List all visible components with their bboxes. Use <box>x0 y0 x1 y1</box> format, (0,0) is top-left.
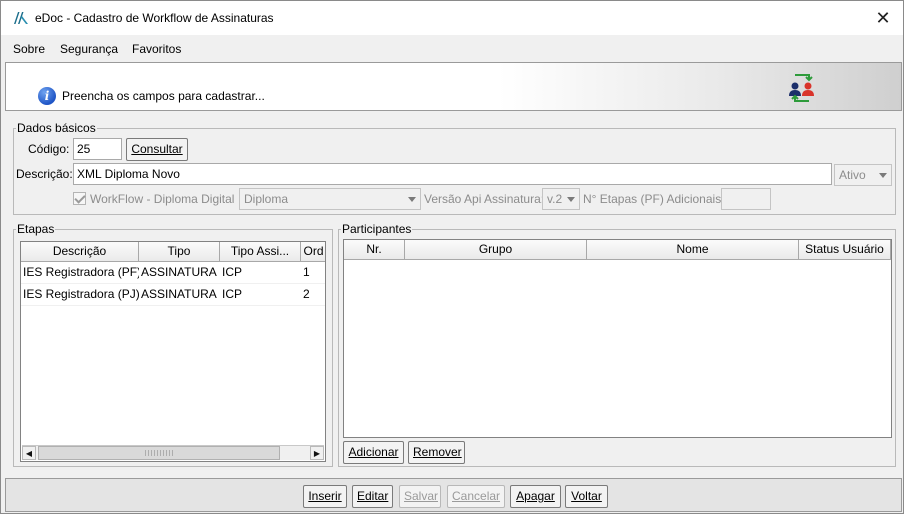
inserir-button[interactable]: Inserir <box>303 485 347 508</box>
tipo-value: Diploma <box>244 192 289 206</box>
cell-tipo: ASSINATURA <box>141 265 217 279</box>
codigo-field[interactable]: 25 <box>73 138 122 160</box>
participantes-table[interactable]: Nr. Grupo Nome Status Usuário <box>343 239 892 438</box>
cell-tipo: ASSINATURA <box>141 287 217 301</box>
voltar-button[interactable]: Voltar <box>565 485 608 508</box>
info-message: Preencha os campos para cadastrar... <box>62 89 265 103</box>
participantes-col-nr[interactable]: Nr. <box>344 240 405 260</box>
header-panel: i Preencha os campos para cadastrar... <box>5 62 902 111</box>
participantes-table-header: Nr. Grupo Nome Status Usuário <box>344 240 891 260</box>
tipo-select[interactable]: Diploma <box>239 188 421 210</box>
workflow-checkbox[interactable] <box>73 192 86 205</box>
remover-button[interactable]: Remover <box>408 441 465 464</box>
etapas-adicionais-label: N° Etapas (PF) Adicionais: <box>583 192 725 206</box>
cell-tipo-assinatura: ICP <box>222 265 243 279</box>
grip-icon <box>145 450 173 456</box>
cell-tipo-assinatura: ICP <box>222 287 243 301</box>
etapas-col-ordem[interactable]: Ord <box>301 242 325 262</box>
edoc-app-icon <box>14 12 28 24</box>
codigo-label: Código: <box>28 142 70 156</box>
etapas-legend: Etapas <box>17 222 55 236</box>
chevron-down-icon <box>567 197 575 202</box>
workflow-checkbox-label: WorkFlow - Diploma Digital <box>90 192 235 206</box>
cancelar-button[interactable]: Cancelar <box>447 485 505 508</box>
etapas-table-header: Descrição Tipo Tipo Assi... Ord <box>21 242 325 262</box>
status-value: Ativo <box>839 168 866 182</box>
cell-descricao: IES Registradora (PF) <box>23 265 139 279</box>
participantes-col-grupo[interactable]: Grupo <box>405 240 587 260</box>
menu-bar: Sobre Segurança Favoritos <box>1 35 903 61</box>
footer-bar: Inserir Editar Salvar Cancelar Apagar Vo… <box>5 478 902 512</box>
users-sync-icon <box>789 74 814 102</box>
etapas-adicionais-field[interactable] <box>721 188 771 210</box>
etapas-col-descricao[interactable]: Descrição <box>21 242 139 262</box>
consultar-button[interactable]: Consultar <box>126 138 188 161</box>
editar-button[interactable]: Editar <box>352 485 393 508</box>
etapas-col-tipo-assinatura[interactable]: Tipo Assi... <box>220 242 301 262</box>
cell-ordem: 2 <box>303 287 310 301</box>
scroll-thumb[interactable] <box>38 446 280 460</box>
chevron-down-icon <box>879 173 887 178</box>
versao-label: Versão Api Assinatura: <box>424 192 545 206</box>
scroll-left-button[interactable]: ◀ <box>22 446 36 460</box>
versao-value: v.2 <box>547 192 563 206</box>
title-bar: eDoc - Cadastro de Workflow de Assinatur… <box>1 1 903 35</box>
descricao-field[interactable]: XML Diploma Novo <box>73 163 832 185</box>
close-icon: ✕ <box>875 7 891 28</box>
close-button[interactable]: ✕ <box>863 1 903 35</box>
etapas-col-tipo[interactable]: Tipo <box>139 242 220 262</box>
menu-sobre[interactable]: Sobre <box>13 42 45 56</box>
salvar-button[interactable]: Salvar <box>399 485 441 508</box>
table-row[interactable]: IES Registradora (PJ) ASSINATURA ICP 2 <box>21 284 325 306</box>
etapas-table[interactable]: Descrição Tipo Tipo Assi... Ord IES Regi… <box>20 241 326 462</box>
descricao-label: Descrição: <box>16 167 73 181</box>
window-title: eDoc - Cadastro de Workflow de Assinatur… <box>35 11 274 25</box>
participantes-col-status[interactable]: Status Usuário <box>799 240 891 260</box>
adicionar-button[interactable]: Adicionar <box>343 441 404 464</box>
main-window: eDoc - Cadastro de Workflow de Assinatur… <box>0 0 904 514</box>
table-row[interactable]: IES Registradora (PF) ASSINATURA ICP 1 <box>21 262 325 284</box>
chevron-down-icon <box>408 197 416 202</box>
apagar-button[interactable]: Apagar <box>510 485 561 508</box>
cell-descricao: IES Registradora (PJ) <box>23 287 139 301</box>
menu-seguranca[interactable]: Segurança <box>60 42 118 56</box>
info-icon: i <box>38 87 56 105</box>
versao-select[interactable]: v.2 <box>542 188 580 210</box>
menu-favoritos[interactable]: Favoritos <box>132 42 181 56</box>
participantes-legend: Participantes <box>342 222 412 236</box>
status-select[interactable]: Ativo <box>834 164 892 186</box>
scroll-right-button[interactable]: ▶ <box>310 446 324 460</box>
cell-ordem: 1 <box>303 265 310 279</box>
participantes-col-nome[interactable]: Nome <box>587 240 799 260</box>
etapas-horizontal-scrollbar[interactable]: ◀ ▶ <box>22 445 324 460</box>
dados-basicos-legend: Dados básicos <box>17 121 96 135</box>
